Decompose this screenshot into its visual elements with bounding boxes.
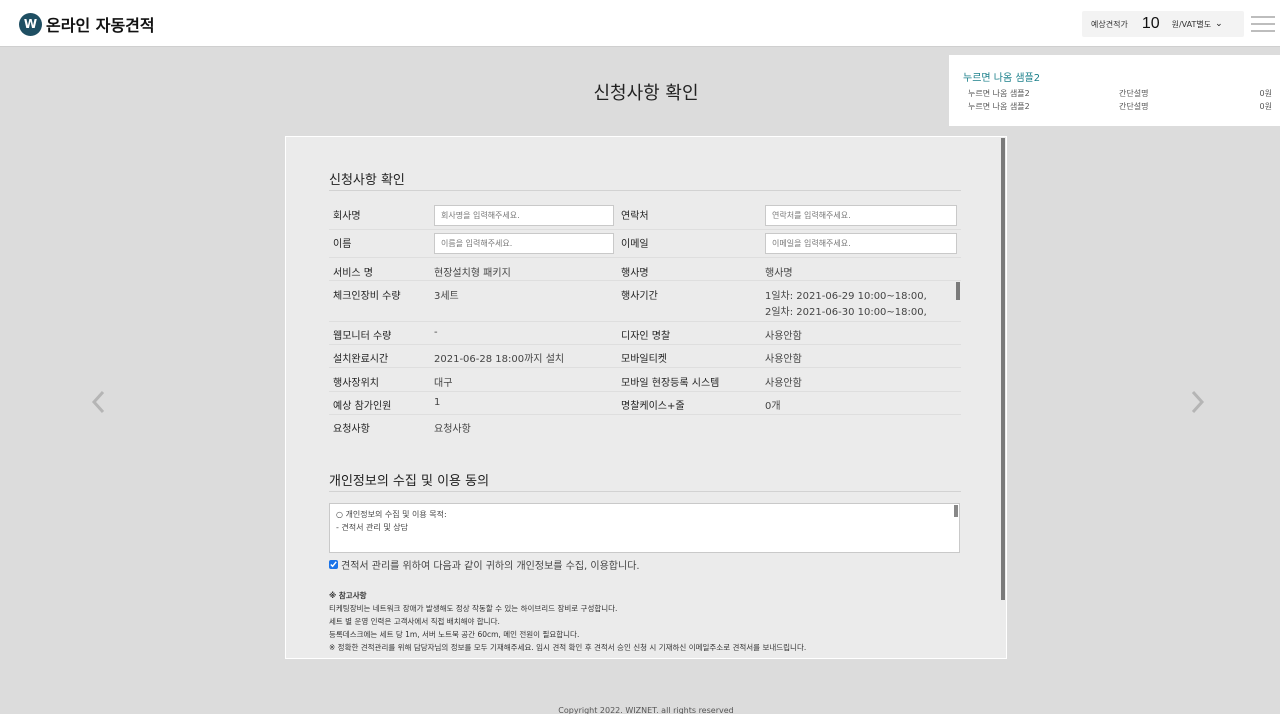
section-divider: [329, 190, 961, 191]
checkin-label: 체크인장비 수량: [333, 291, 401, 302]
textarea-scrollbar[interactable]: [954, 505, 958, 517]
mobile-reg-label: 모바일 현장등록 시스템: [621, 378, 720, 389]
top-header: W 온라인 자동견적 예상견적가 10 원/VAT별도 ⌄: [0, 0, 1280, 47]
section-title-application: 신청사항 확인: [329, 173, 405, 188]
request-label: 요청사항: [333, 424, 370, 435]
period-line-2: 2일차: 2021-06-30 10:00~18:00,: [765, 307, 927, 318]
period-line-1: 1일차: 2021-06-29 10:00~18:00,: [765, 291, 927, 302]
notes-line: ※ 정확한 견적관리를 위해 담당자님의 정보를 모두 기재해주세요. 임시 견…: [329, 643, 807, 652]
page-title: 신청사항 확인: [593, 83, 699, 104]
event-value: 행사명: [765, 268, 793, 279]
notes-line: 세트 별 운영 인력은 고객사에서 직접 배치해야 합니다.: [329, 617, 500, 626]
application-review-card: 신청사항 확인 회사명 연락처 이름 이메일 서비스 명 현장설치형 패키지 행…: [285, 136, 1007, 659]
notes-heading: ※ 참고사항: [329, 591, 367, 600]
privacy-agree-text: 견적서 관리를 위하여 다음과 같이 귀하의 개인정보를 수집, 이용합니다.: [341, 561, 640, 572]
privacy-line: - 견적서 관리 및 상담: [336, 523, 408, 532]
logo[interactable]: W 온라인 자동견적: [19, 12, 155, 36]
logo-mark-icon: W: [19, 12, 42, 36]
badge-case-value: 0개: [765, 401, 781, 412]
estimate-label: 예상견적가: [1091, 19, 1128, 29]
design-label: 디자인 명찰: [621, 331, 671, 342]
contact-input[interactable]: [765, 205, 957, 226]
row-divider: [329, 391, 961, 392]
mobile-ticket-label: 모바일티켓: [621, 354, 667, 365]
mobile-ticket-value: 사용안함: [765, 354, 802, 365]
checkin-value: 3세트: [434, 291, 459, 302]
estimate-unit: 원/VAT별도: [1171, 19, 1212, 29]
card-scrollbar[interactable]: [1001, 138, 1005, 600]
attendees-label: 예상 참가인원: [333, 401, 392, 412]
contact-label: 연락처: [621, 211, 649, 222]
install-label: 설치완료시간: [333, 354, 389, 365]
name-label: 이름: [333, 239, 352, 250]
row-divider: [329, 344, 961, 345]
privacy-terms-textarea[interactable]: ○ 개인정보의 수집 및 이용 목적: - 견적서 관리 및 상담: [329, 503, 960, 553]
notes: ※ 참고사항 티케팅장비는 네트워크 장애가 발생해도 정상 작동할 수 있는 …: [329, 589, 806, 654]
period-label: 행사기간: [621, 291, 658, 302]
row-divider: [329, 367, 961, 368]
install-value: 2021-06-28 18:00까지 설치: [434, 354, 565, 365]
estimate-summary[interactable]: 예상견적가 10 원/VAT별도 ⌄: [1082, 11, 1244, 37]
estimate-value: 10: [1141, 15, 1160, 32]
privacy-line: ○ 개인정보의 수집 및 이용 목적:: [336, 510, 447, 519]
row-divider: [329, 280, 961, 281]
row-divider: [329, 321, 961, 322]
email-label: 이메일: [621, 239, 649, 250]
service-label: 서비스 명: [333, 268, 373, 279]
event-label: 행사명: [621, 268, 649, 279]
section-title-privacy: 개인정보의 수집 및 이용 동의: [329, 474, 490, 489]
privacy-agree-checkbox[interactable]: [329, 560, 338, 569]
location-label: 행사장위치: [333, 378, 379, 389]
webmonitor-value: -: [434, 327, 438, 338]
prev-arrow-icon[interactable]: [89, 388, 109, 416]
webmonitor-label: 웹모니터 수량: [333, 331, 392, 342]
logo-text: 온라인 자동견적: [46, 16, 155, 35]
chevron-down-icon[interactable]: ⌄: [1215, 19, 1223, 29]
email-input[interactable]: [765, 233, 957, 254]
footer-copyright: Copyright 2022. WIZNET. all rights reser…: [558, 706, 734, 714]
design-value: 사용안함: [765, 331, 802, 342]
location-value: 대구: [434, 378, 453, 389]
notes-line: 티케팅장비는 네트워크 장애가 발생해도 정상 작동할 수 있는 하이브리드 장…: [329, 604, 618, 613]
row-divider: [329, 229, 961, 230]
service-value: 현장설치형 패키지: [434, 268, 511, 279]
hamburger-menu-icon[interactable]: [1251, 16, 1275, 33]
company-input[interactable]: [434, 205, 614, 226]
next-arrow-icon[interactable]: [1187, 388, 1207, 416]
row-divider: [329, 414, 961, 415]
notes-line: 등록데스크에는 세트 당 1m, 서버 노트북 공간 60cm, 메인 전원이 …: [329, 630, 580, 639]
request-value: 요청사항: [434, 424, 471, 435]
mobile-reg-value: 사용안함: [765, 378, 802, 389]
name-input[interactable]: [434, 233, 614, 254]
section-divider: [329, 491, 961, 492]
privacy-agree[interactable]: 견적서 관리를 위하여 다음과 같이 귀하의 개인정보를 수집, 이용합니다.: [329, 557, 640, 572]
period-scrollbar[interactable]: [956, 282, 960, 300]
company-label: 회사명: [333, 211, 361, 222]
badge-case-label: 명찰케이스+줄: [621, 401, 685, 412]
attendees-value: 1: [434, 397, 441, 408]
row-divider: [329, 257, 961, 258]
